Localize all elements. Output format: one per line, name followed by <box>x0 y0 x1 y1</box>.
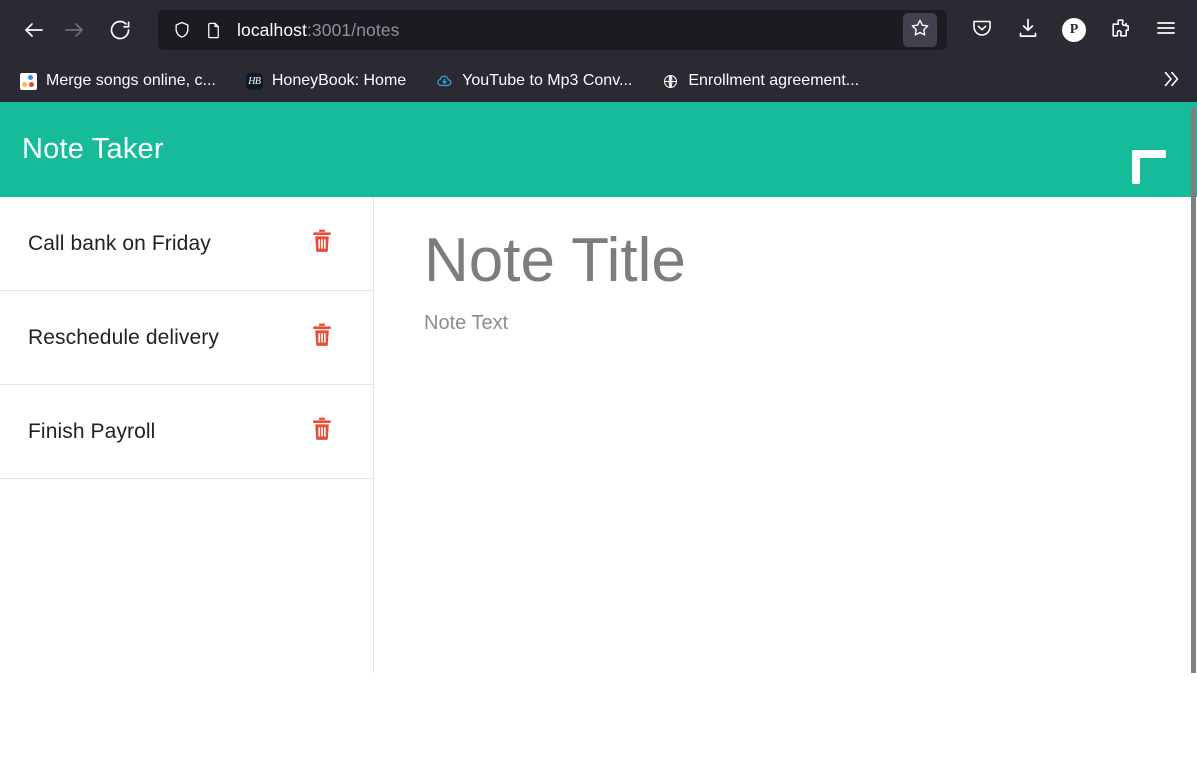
downloads-button[interactable] <box>1009 11 1047 49</box>
forward-button[interactable] <box>54 10 94 50</box>
arrow-right-icon <box>62 18 86 42</box>
cloud-download-favicon <box>436 73 453 90</box>
url-bar[interactable]: localhost:3001/notes <box>158 10 947 50</box>
browser-toolbar-actions: P <box>963 11 1185 49</box>
page-document-icon[interactable] <box>204 21 223 40</box>
app-body: Call bank on Friday Reschedule delivery … <box>0 197 1197 673</box>
note-item-title: Reschedule delivery <box>28 325 220 349</box>
note-editor <box>374 197 1197 673</box>
extensions-icon <box>1108 16 1132 45</box>
list-item[interactable]: Finish Payroll <box>0 385 373 479</box>
note-list: Call bank on Friday Reschedule delivery … <box>0 197 374 673</box>
scrollbar-thumb[interactable] <box>1191 107 1196 673</box>
bookmark-star-button[interactable] <box>903 13 937 47</box>
app-title: Note Taker <box>22 133 164 165</box>
bookmark-label: Merge songs online, c... <box>46 72 216 89</box>
arrow-left-icon <box>22 18 46 42</box>
globe-favicon <box>662 73 679 90</box>
chevron-double-right-icon <box>1160 68 1182 95</box>
url-text[interactable]: localhost:3001/notes <box>237 20 903 41</box>
url-host: localhost <box>237 19 307 40</box>
app-menu-button[interactable] <box>1147 11 1185 49</box>
bookmark-label: Enrollment agreement... <box>688 72 860 89</box>
bookmark-honeybook[interactable]: HB HoneyBook: Home <box>238 66 414 96</box>
delete-note-button[interactable] <box>309 417 335 446</box>
reload-icon <box>108 18 132 42</box>
reload-button[interactable] <box>100 10 140 50</box>
delete-note-button[interactable] <box>309 229 335 258</box>
trash-icon <box>311 323 333 352</box>
note-item-title: Call bank on Friday <box>28 231 211 255</box>
pocket-icon <box>970 16 994 45</box>
bookmark-youtube-to-mp3[interactable]: YouTube to Mp3 Conv... <box>428 66 640 96</box>
add-note-button[interactable] <box>1105 123 1166 184</box>
note-title-input[interactable] <box>424 225 1157 297</box>
downloads-icon <box>1016 16 1040 45</box>
url-path: :3001/notes <box>306 19 400 40</box>
note-item-title: Finish Payroll <box>28 419 156 443</box>
menu-hamburger-icon <box>1154 16 1178 45</box>
note-text-input[interactable] <box>424 312 1157 613</box>
trash-icon <box>311 229 333 258</box>
bookmarks-overflow-button[interactable] <box>1155 66 1187 96</box>
app-header: Note Taker <box>0 102 1197 197</box>
merge-songs-favicon <box>20 72 37 90</box>
pocket-button[interactable] <box>963 11 1001 49</box>
bookmark-merge-songs[interactable]: Merge songs online, c... <box>12 66 224 96</box>
bookmark-label: YouTube to Mp3 Conv... <box>462 72 633 89</box>
shield-icon[interactable] <box>172 20 192 40</box>
account-button[interactable]: P <box>1055 11 1093 49</box>
browser-navigation-toolbar: localhost:3001/notes P <box>0 0 1197 60</box>
bookmark-label: HoneyBook: Home <box>271 72 407 89</box>
browser-chrome: localhost:3001/notes P Merge songs onlin… <box>0 0 1197 102</box>
trash-icon <box>311 417 333 446</box>
extensions-button[interactable] <box>1101 11 1139 49</box>
delete-note-button[interactable] <box>309 323 335 352</box>
note-taker-app: Note Taker Call bank on Friday Reschedul… <box>0 102 1197 673</box>
honeybook-favicon: HB <box>245 72 263 90</box>
page-scrollbar[interactable] <box>1190 102 1197 673</box>
bookmark-enrollment-agreement[interactable]: Enrollment agreement... <box>654 66 867 96</box>
list-item[interactable]: Reschedule delivery <box>0 291 373 385</box>
back-button[interactable] <box>14 10 54 50</box>
account-avatar: P <box>1062 18 1086 42</box>
list-item[interactable]: Call bank on Friday <box>0 197 373 291</box>
star-icon <box>909 17 931 44</box>
bookmarks-toolbar: Merge songs online, c... HB HoneyBook: H… <box>0 60 1197 102</box>
